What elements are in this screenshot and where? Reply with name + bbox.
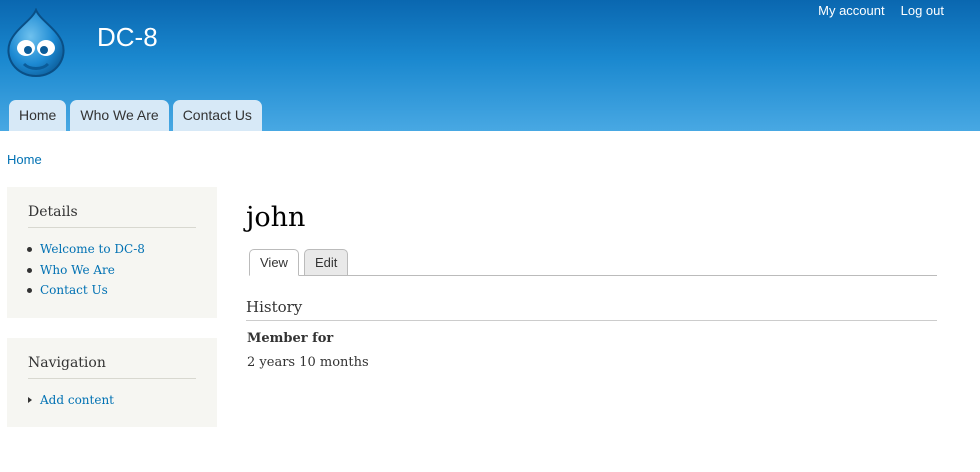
bullet-icon — [27, 288, 32, 293]
local-tabs: View Edit — [249, 247, 937, 276]
log-out-link[interactable]: Log out — [893, 3, 980, 19]
navigation-block-title: Navigation — [28, 354, 196, 379]
main-menu-who-we-are[interactable]: Who We Are — [70, 100, 169, 131]
list-item: Who We Are — [27, 260, 145, 281]
breadcrumb-home[interactable]: Home — [7, 152, 42, 167]
navigation-list: Add content — [27, 390, 114, 411]
navigation-block: Navigation Add content — [7, 338, 217, 427]
main-menu-home[interactable]: Home — [9, 100, 67, 131]
site-header: DC-8 My account Log out Home Who We Are … — [0, 0, 980, 131]
bullet-icon — [27, 247, 32, 252]
tab-edit[interactable]: Edit — [304, 249, 349, 276]
history-heading: History — [246, 297, 937, 321]
secondary-menu: My account Log out — [810, 3, 980, 19]
contact-us-link[interactable]: Contact Us — [40, 283, 108, 297]
details-block: Details Welcome to DC-8 Who We Are Conta… — [7, 187, 217, 318]
member-for-label: Member for — [247, 331, 334, 346]
tab-view[interactable]: View — [249, 249, 299, 276]
list-item: Add content — [27, 390, 114, 411]
member-for-value: 2 years 10 months — [247, 355, 369, 370]
list-item: Contact Us — [27, 280, 145, 301]
main-menu: Home Who We Are Contact Us — [9, 100, 266, 131]
list-item: Welcome to DC-8 — [27, 239, 145, 260]
add-content-link[interactable]: Add content — [40, 393, 114, 407]
site-name[interactable]: DC-8 — [97, 22, 158, 52]
page-title: john — [246, 202, 306, 233]
bullet-icon — [27, 267, 32, 273]
main-menu-contact-us[interactable]: Contact Us — [172, 100, 262, 131]
collapsed-arrow-icon[interactable] — [28, 397, 32, 403]
who-we-are-link[interactable]: Who We Are — [40, 263, 115, 277]
my-account-link[interactable]: My account — [810, 3, 892, 19]
details-list: Welcome to DC-8 Who We Are Contact Us — [27, 239, 145, 301]
welcome-link[interactable]: Welcome to DC-8 — [40, 242, 145, 256]
details-block-title: Details — [28, 203, 196, 228]
drupal-logo-icon[interactable] — [4, 7, 68, 78]
